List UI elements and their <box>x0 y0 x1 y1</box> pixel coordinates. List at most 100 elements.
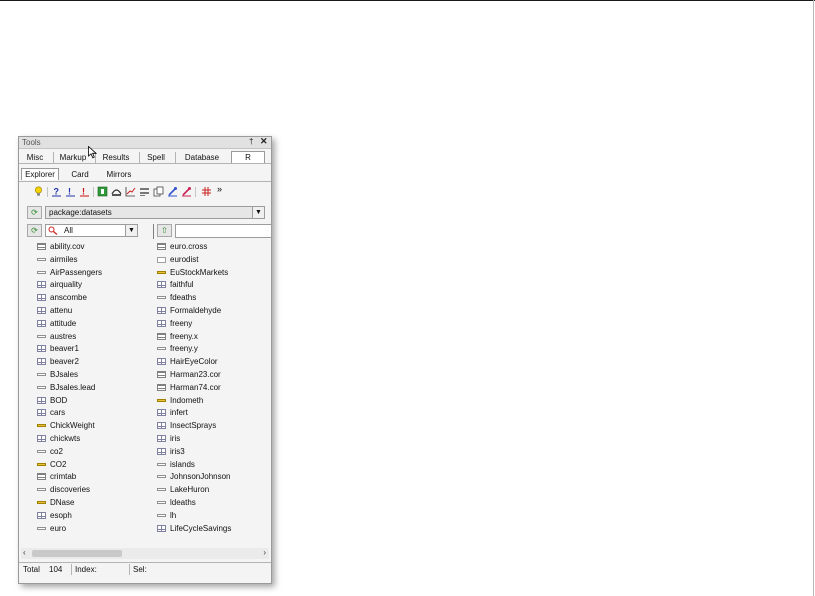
status-separator <box>129 564 130 575</box>
ts-dataset-icon <box>157 475 166 479</box>
list-item-label: Indometh <box>170 395 204 405</box>
mat-dataset-icon <box>37 473 46 481</box>
list-item-label: lh <box>170 510 177 520</box>
brush-icon[interactable] <box>167 186 178 197</box>
search-input[interactable] <box>175 224 272 238</box>
list-item-label: Harman74.cor <box>170 382 221 392</box>
mts-dataset-icon <box>157 270 166 274</box>
list-dataset-icon <box>157 383 166 391</box>
list-dataset-icon <box>157 371 166 378</box>
tab-spell[interactable]: Spell <box>139 152 172 163</box>
list-item-label: ChickWeight <box>50 421 95 431</box>
tab-card[interactable]: Card <box>65 169 95 180</box>
explorer-toolbar: ? ! ! » <box>33 184 269 199</box>
list-item-label: attitude <box>50 318 77 328</box>
list-item-label: cars <box>50 408 66 418</box>
list-item-label: ability.cov <box>50 242 85 251</box>
df-dataset-icon <box>37 435 46 442</box>
tab-markup[interactable]: Markup <box>53 152 92 163</box>
list-item-label: islands <box>170 459 195 469</box>
ts-dataset-icon <box>37 488 46 492</box>
apply-filter-icon[interactable]: ⇧ <box>157 224 172 237</box>
scroll-right-icon[interactable]: › <box>263 548 266 557</box>
filter-select-value: All <box>64 226 73 235</box>
object-list[interactable]: ability.cov airmiles AirPassengers airquali… <box>19 241 271 547</box>
object-icon[interactable] <box>97 186 108 197</box>
pin-icon[interactable]: † <box>249 137 253 146</box>
close-icon[interactable]: ✕ <box>260 136 268 147</box>
list-item-label: airquality <box>50 280 83 290</box>
lightbulb-icon[interactable] <box>33 186 44 197</box>
toolbar-separator <box>47 187 48 197</box>
list-item-label: faithful <box>170 280 194 290</box>
list-item-label: co2 <box>50 446 63 456</box>
ts-dataset-icon <box>37 270 46 274</box>
refresh-icon[interactable]: ⟳ <box>27 224 42 237</box>
list-item-label: crimtab <box>50 472 77 482</box>
ts-dataset-icon <box>37 373 46 376</box>
ts-dataset-icon <box>157 296 166 300</box>
total-label: Total <box>23 565 40 574</box>
df-dataset-icon <box>157 358 166 366</box>
load-icon[interactable] <box>111 186 122 197</box>
tab-r[interactable]: R <box>231 151 265 163</box>
copy-icon[interactable] <box>153 186 164 197</box>
list-item-label: BOD <box>50 395 68 405</box>
list-item-label: Harman23.cor <box>170 370 221 379</box>
ts-dataset-icon <box>37 257 46 261</box>
package-select[interactable]: package:datasets ▼ <box>45 206 265 219</box>
list-item-label: ldeaths <box>170 498 196 507</box>
chevron-down-icon[interactable]: ▼ <box>125 225 137 236</box>
toolbar-separator <box>195 187 196 197</box>
tab-mirrors[interactable]: Mirrors <box>101 169 137 180</box>
index-label: Index: <box>75 565 97 574</box>
list-item-label: freeny.y <box>170 344 198 354</box>
panel-titlebar[interactable]: Tools † ✕ <box>19 136 271 149</box>
df-dataset-icon <box>37 307 46 314</box>
list-item-label: chickwts <box>50 434 81 443</box>
filter-select[interactable]: All ▼ <box>45 224 138 237</box>
plot-icon[interactable] <box>125 186 136 197</box>
list-item-label: freeny <box>170 318 193 328</box>
more-icon[interactable]: » <box>217 184 228 195</box>
tab-misc[interactable]: Misc <box>21 152 49 163</box>
list-item-label: attenu <box>50 306 73 315</box>
list-item-label: beaver1 <box>50 344 79 354</box>
brush-red-icon[interactable] <box>181 186 192 197</box>
filter-divider <box>153 224 154 239</box>
chevron-down-icon[interactable]: ▼ <box>252 207 264 218</box>
top-divider <box>0 0 815 1</box>
df-dataset-icon <box>157 307 166 314</box>
status-separator <box>71 564 72 575</box>
refresh-icon[interactable]: ⟳ <box>27 206 42 219</box>
help-red-icon[interactable]: ! <box>79 186 90 197</box>
ts-dataset-icon <box>157 347 166 351</box>
list-item-label: austres <box>50 331 77 341</box>
list-item-label: EuStockMarkets <box>170 267 229 277</box>
help-underline-icon[interactable]: ! <box>65 186 76 197</box>
list-item-label: LifeCycleSavings <box>170 523 232 533</box>
df-dataset-icon <box>157 281 166 289</box>
list-item-label: anscombe <box>50 293 87 303</box>
tools-panel: Tools † ✕ Misc Markup Results Spell Data… <box>18 136 272 584</box>
ts-dataset-icon <box>37 385 46 389</box>
mat-dataset-icon <box>157 243 166 250</box>
grid-icon[interactable] <box>201 186 212 197</box>
tab-explorer[interactable]: Explorer <box>21 168 59 180</box>
filter-row: ⟳ All ▼ ⇧ <box>27 224 272 238</box>
right-divider <box>813 0 814 596</box>
list-item-label: fdeaths <box>170 293 197 303</box>
list-item-label: freeny.x <box>170 331 198 341</box>
tab-database[interactable]: Database <box>175 152 228 163</box>
mat-dataset-icon <box>157 332 166 340</box>
tab-results[interactable]: Results <box>95 152 136 163</box>
scroll-thumb[interactable] <box>32 550 122 557</box>
df-dataset-icon <box>37 511 46 519</box>
search-icon <box>48 226 58 235</box>
help-icon[interactable]: ? <box>51 186 62 197</box>
edit-icon[interactable] <box>139 186 150 197</box>
ts-dataset-icon <box>157 488 166 492</box>
horizontal-scrollbar[interactable]: ‹ › <box>21 548 269 559</box>
scroll-left-icon[interactable]: ‹ <box>23 548 26 557</box>
toolbar-separator <box>93 187 94 197</box>
